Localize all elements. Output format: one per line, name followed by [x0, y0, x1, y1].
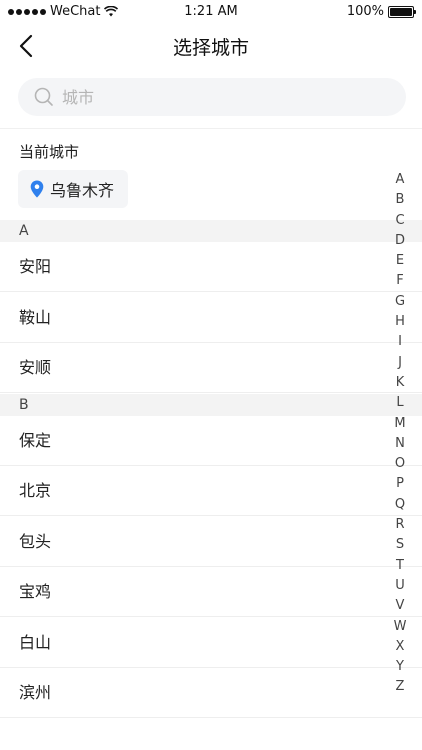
- alphabet-letter-j[interactable]: J: [390, 353, 410, 373]
- alphabet-letter-p[interactable]: P: [390, 474, 410, 494]
- city-list-item[interactable]: 宝鸡: [0, 567, 422, 617]
- alphabet-index[interactable]: ABCDEFGHIJKLMNOPQRSTUVWXYZ: [390, 170, 410, 698]
- city-list-item[interactable]: 鞍山: [0, 293, 422, 343]
- alphabet-letter-k[interactable]: K: [390, 373, 410, 393]
- page-title: 选择城市: [172, 37, 249, 59]
- row-divider: [0, 717, 422, 718]
- alphabet-letter-h[interactable]: H: [390, 312, 410, 332]
- section-header-a: A: [0, 220, 422, 242]
- alphabet-letter-a[interactable]: A: [390, 170, 410, 190]
- alphabet-letter-m[interactable]: M: [390, 414, 410, 434]
- current-city-button[interactable]: 乌鲁木齐: [18, 170, 129, 208]
- city-name: 滨州: [19, 683, 52, 702]
- alphabet-letter-b[interactable]: B: [390, 190, 410, 210]
- city-name: 安顺: [19, 358, 52, 377]
- battery-icon: [388, 5, 416, 18]
- search-bar[interactable]: [18, 78, 406, 116]
- nav-bar: 选择城市: [0, 24, 422, 68]
- city-name: 白山: [19, 632, 52, 652]
- battery-level: [390, 7, 412, 16]
- city-list-item[interactable]: 包头: [0, 517, 422, 567]
- location-pin-icon: [30, 180, 44, 198]
- alphabet-letter-g[interactable]: G: [390, 292, 410, 312]
- alphabet-letter-r[interactable]: R: [390, 515, 410, 535]
- city-list-item[interactable]: 北京: [0, 466, 422, 516]
- city-name: 包头: [19, 531, 52, 551]
- alphabet-letter-c[interactable]: C: [390, 211, 410, 231]
- alphabet-letter-l[interactable]: L: [390, 393, 410, 413]
- alphabet-letter-f[interactable]: F: [390, 271, 410, 291]
- current-city-name: 乌鲁木齐: [50, 181, 115, 200]
- search-input[interactable]: [62, 78, 406, 116]
- status-right: 100%: [346, 4, 416, 19]
- alphabet-letter-o[interactable]: O: [390, 454, 410, 474]
- alphabet-letter-w[interactable]: W: [390, 617, 410, 637]
- alphabet-letter-i[interactable]: I: [390, 332, 410, 352]
- alphabet-letter-z[interactable]: Z: [390, 677, 410, 697]
- city-name: 宝鸡: [19, 582, 52, 601]
- status-bar: WeChat 1:21 AM 100%: [0, 0, 422, 24]
- alphabet-letter-u[interactable]: U: [390, 576, 410, 596]
- alphabet-letter-v[interactable]: V: [390, 596, 410, 616]
- alphabet-letter-n[interactable]: N: [390, 434, 410, 454]
- city-name: 北京: [19, 481, 52, 500]
- alphabet-letter-d[interactable]: D: [390, 231, 410, 251]
- city-picker-screen: WeChat 1:21 AM 100% 选择城市 城市 当前城市 乌鲁木齐 A …: [0, 0, 422, 750]
- divider: [0, 128, 422, 129]
- battery-percent: 100%: [346, 4, 384, 19]
- city-name: 保定: [19, 430, 52, 450]
- city-name: 安阳: [19, 257, 52, 276]
- alphabet-letter-x[interactable]: X: [390, 637, 410, 657]
- alphabet-letter-y[interactable]: Y: [390, 657, 410, 677]
- city-list-item[interactable]: 安阳: [0, 242, 422, 292]
- alphabet-letter-e[interactable]: E: [390, 251, 410, 271]
- alphabet-letter-t[interactable]: T: [390, 556, 410, 576]
- city-list-item[interactable]: 白山: [0, 618, 422, 668]
- city-name: 鞍山: [19, 307, 52, 327]
- city-list-item[interactable]: 滨州: [0, 668, 422, 718]
- current-city-heading: 当前城市: [19, 143, 80, 161]
- alphabet-letter-s[interactable]: S: [390, 535, 410, 555]
- search-icon: [34, 87, 53, 106]
- alphabet-letter-q[interactable]: Q: [390, 495, 410, 515]
- city-list-item[interactable]: 保定: [0, 416, 422, 466]
- city-list-item[interactable]: 安顺: [0, 343, 422, 393]
- section-header-b: B: [0, 393, 422, 416]
